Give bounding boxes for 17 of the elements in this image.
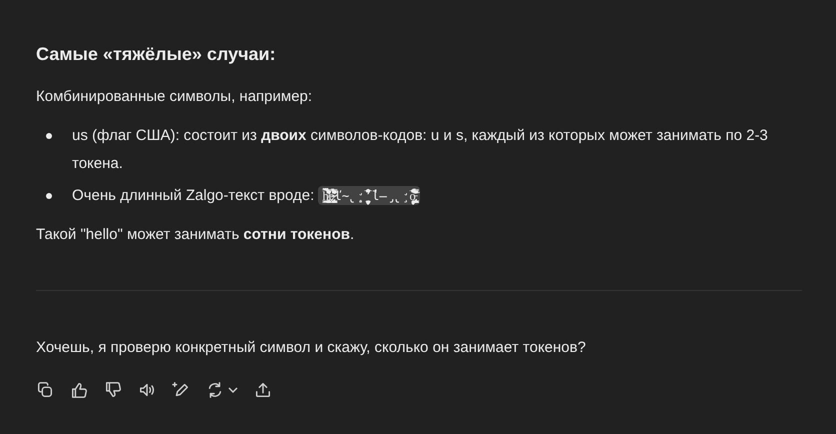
- thumbs-down-icon[interactable]: [104, 381, 122, 399]
- paragraph: Такой "hello" может занимать сотни токенов.: [36, 225, 356, 245]
- pencil-sparkle-icon[interactable]: [172, 381, 190, 399]
- copy-icon[interactable]: [36, 381, 54, 399]
- thumbs-up-icon[interactable]: [70, 381, 88, 399]
- paragraph: Хочешь, я проверю конкретный символ и скажу, сколько он занимает токенов?: [36, 338, 587, 358]
- speaker-icon[interactable]: [138, 381, 156, 399]
- bullet-icon: [46, 193, 52, 199]
- bullet-icon: [46, 133, 52, 139]
- share-icon[interactable]: [254, 381, 272, 399]
- paragraph: Комбинированные символы, например:: [36, 87, 314, 107]
- chevron-down-icon[interactable]: [228, 387, 238, 393]
- list-item-text: us (флаг США): состоит из двоих символов-кодов: u и s, каждый из которых может занимать по 2-3 токена.: [72, 127, 768, 172]
- heading: Самые «тяжёлые» случаи:: [36, 43, 277, 66]
- inline-code: h̸̡̛̖̗̘̙̜̝̞̟̠̤̥̦̩̪̫̬̭̮̯̰̱̲̳̹̺̻̼ͅ͏͓͔͕͖͙͚̀́̂̃̄̅̆̇̈̉̊̋̌̍̎̏̐̑̒̓̔̽̾̿̀́͂̓̈́͆͊͋͌ȩ̷̴̵̶̢̧̨̛̖̗̘̙̜̝̞̟̠̣̤̥̦̩̪̫̬̭̮̯̰̱̲̳̹̺̻̼͇͈͉͍͎̀́̂̃̄̅̆̇̈̉̊̋̌̍̎̏̐̑̒̓̔̽̾̿̀́͂̓̈́͆͊͋͌ľ̴̢̧̨̛̖̗̘̙̜̝̞̟̠̣̤̥̦̩̪̫̬̭̀́̂̃̄̅̆̇̈̉̊̋̍̎̏̐̑̒̓̔l̶̡̢̧̛̖̗̘̙̜̝̞̟̠̣̤̥̀́̂̃̄̅̆̇̈̉̊̋̌̍̎̏ò̵̡̢̧̨̖̗̘̙̜̝̞̟̠̣̤̥̦̩̪̫̬̭̮̯̰̱̲̳̹̺̻̼͇͈͉́̂̃̄̅̆̇̈̉̊̋̌̍̎̏̐̑̒̓̔̽̾̿̀́͂̓̈́͆͊: [318, 186, 420, 205]
- list-item-text: Очень длинный Zalgo-текст вроде:: [72, 187, 316, 204]
- refresh-icon[interactable]: [206, 381, 224, 399]
